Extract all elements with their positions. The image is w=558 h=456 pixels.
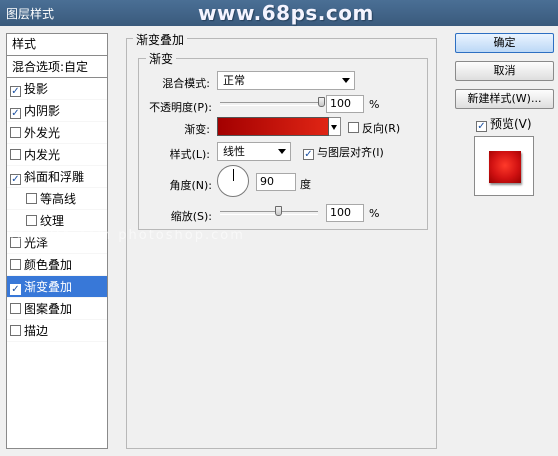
style-item-label: 图案叠加 [24,302,73,316]
style-item-checkbox[interactable] [26,193,37,204]
scale-input[interactable]: 100 [326,204,364,222]
cancel-button[interactable]: 取消 [455,61,554,81]
style-item-label: 描边 [24,324,49,338]
angle-input[interactable]: 90 [256,173,296,191]
angle-dial[interactable] [217,165,249,197]
style-item-label: 外发光 [24,126,61,140]
window-title: 图层样式 [6,7,55,21]
style-item-checkbox[interactable]: ✓ [10,108,21,119]
preview-checkbox[interactable]: ✓ 预览(V) [476,115,532,132]
opacity-unit: % [369,98,380,111]
gradient-dropdown-arrow[interactable] [329,117,341,136]
title-bar: 图层样式 www.68ps.com [0,0,558,26]
opacity-input[interactable]: 100 [326,95,364,113]
blend-mode-select[interactable]: 正常 [217,71,355,90]
opacity-label: 不透明度(P): [149,101,212,114]
blending-options-item[interactable]: 混合选项:自定 [7,56,107,78]
subgroup-title: 渐变 [146,50,177,67]
chevron-down-icon [342,78,350,83]
style-item-label: 内阴影 [24,104,61,118]
style-value: 线性 [223,145,245,158]
style-item-label: 投影 [24,82,49,96]
style-item-checkbox[interactable] [10,325,21,336]
reverse-checkbox[interactable]: 反向(R) [348,120,400,136]
style-preview [474,136,534,196]
reverse-checkbox-box [348,122,359,133]
opacity-slider-thumb[interactable] [318,97,325,107]
style-item[interactable]: ✓ 投影 [7,78,107,100]
blend-mode-label: 混合模式: [162,77,210,90]
style-item-checkbox[interactable]: ✓ [10,86,21,97]
style-item[interactable]: ✓ 内阴影 [7,100,107,122]
blend-mode-value: 正常 [223,74,245,87]
opacity-slider[interactable] [220,102,322,106]
preview-swatch [489,151,521,183]
style-item-checkbox[interactable] [10,259,21,270]
watermark-text: www.68ps.com [198,1,374,25]
style-item[interactable]: 颜色叠加 [7,254,107,276]
align-checkbox-box: ✓ [303,149,314,160]
style-label: 样式(L): [169,148,210,161]
style-item-checkbox[interactable] [10,149,21,160]
preview-checkbox-box: ✓ [476,121,487,132]
style-item[interactable]: 内发光 [7,144,107,166]
style-item[interactable]: ✓ 渐变叠加 [7,276,107,298]
style-item-checkbox[interactable]: ✓ [10,284,21,295]
style-item-label: 渐变叠加 [24,280,73,294]
style-item-label: 颜色叠加 [24,258,73,272]
angle-dial-needle [233,169,234,181]
styles-header[interactable]: 样式 [7,34,107,56]
style-item-label: 内发光 [24,148,61,162]
style-item-checkbox[interactable] [10,127,21,138]
scale-unit: % [369,207,380,220]
style-select[interactable]: 线性 [217,142,291,161]
style-item-label: 斜面和浮雕 [24,170,85,184]
group-title: 渐变叠加 [133,31,188,48]
style-item-checkbox[interactable] [10,303,21,314]
style-item[interactable]: 图案叠加 [7,298,107,320]
align-with-layer-label: 与图层对齐(I) [317,146,384,159]
style-item-label: 等高线 [40,192,77,206]
style-item-label: 纹理 [40,214,65,228]
chevron-down-icon [278,149,286,154]
style-item[interactable]: ✓ 斜面和浮雕 [7,166,107,188]
scale-slider[interactable] [220,211,318,215]
style-item[interactable]: 描边 [7,320,107,342]
angle-label: 角度(N): [169,179,212,192]
ok-button[interactable]: 确定 [455,33,554,53]
align-with-layer-checkbox[interactable]: ✓ 与图层对齐(I) [303,144,384,160]
style-item[interactable]: 外发光 [7,122,107,144]
gradient-label: 渐变: [184,123,210,136]
gradient-picker[interactable] [217,117,329,136]
scale-label: 缩放(S): [170,210,212,223]
scale-slider-thumb[interactable] [274,206,282,216]
style-item[interactable]: 等高线 [7,188,107,210]
angle-unit: 度 [300,178,311,191]
reverse-label: 反向(R) [362,122,401,135]
preview-label: 预览(V) [490,117,532,131]
new-style-button[interactable]: 新建样式(W)... [455,89,554,109]
style-item-checkbox[interactable]: ✓ [10,174,21,185]
style-item-checkbox[interactable] [26,215,37,226]
